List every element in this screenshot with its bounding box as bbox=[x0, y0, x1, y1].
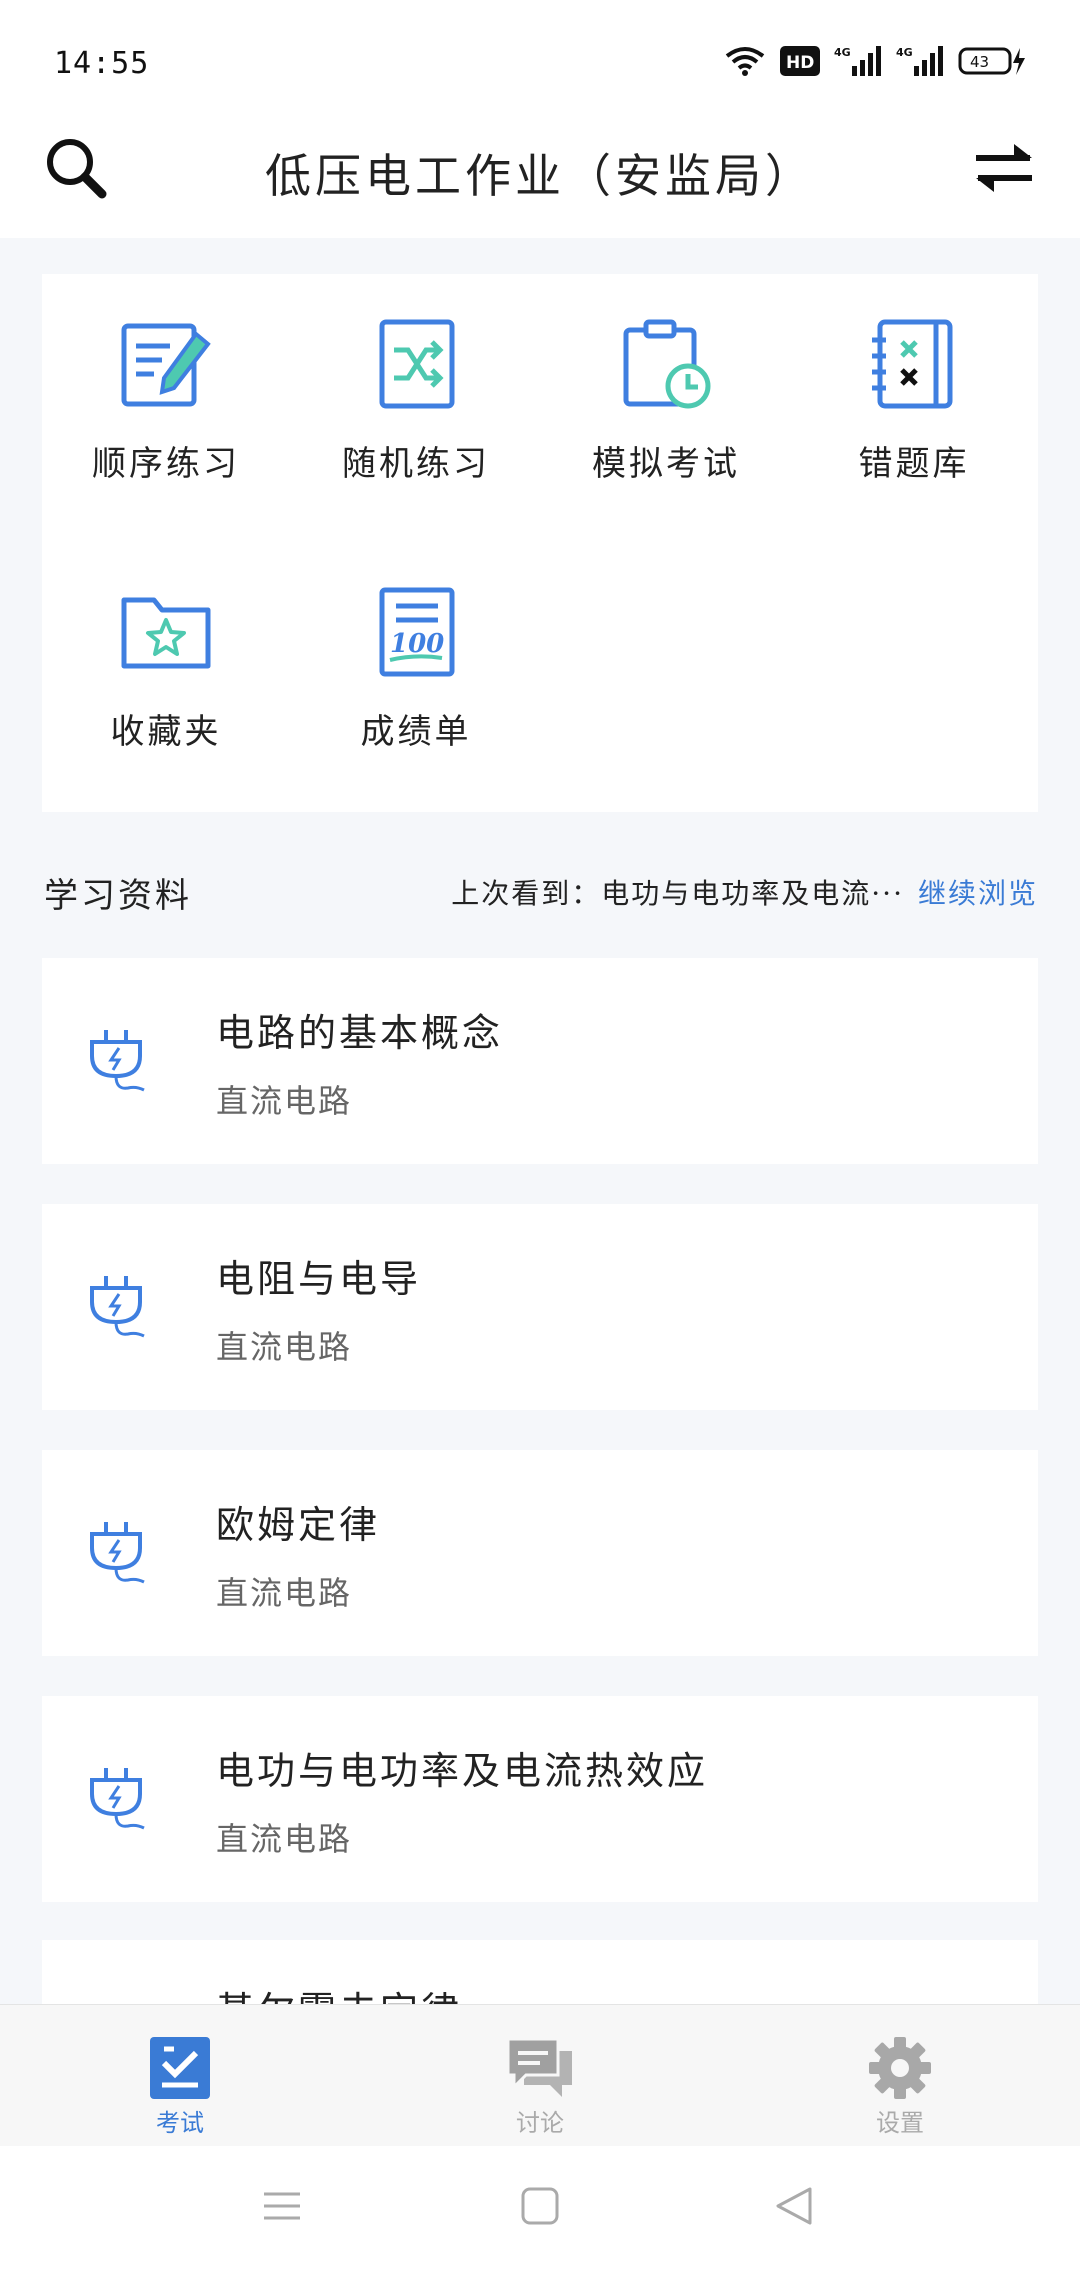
sequential-practice-button[interactable]: 顺序练习 bbox=[76, 316, 256, 485]
sequential-practice-icon bbox=[121, 323, 211, 407]
study-materials-header: 学习资料 上次看到：电功与电功率及电流··· 继续浏览 bbox=[44, 862, 1038, 918]
material-category: 直流电路 bbox=[216, 1574, 353, 1612]
feature-label: 模拟考试 bbox=[592, 444, 740, 484]
bottom-navigation: 考试 讨论 设置 bbox=[0, 2004, 1080, 2147]
gear-icon bbox=[869, 2037, 931, 2099]
last-viewed-item: 电功与电功率及电流··· bbox=[601, 877, 904, 910]
material-title: 基尔霍夫定律 bbox=[216, 1980, 462, 2004]
continue-browsing-link[interactable]: 继续浏览 bbox=[918, 877, 1038, 910]
last-viewed: 上次看到：电功与电功率及电流··· 继续浏览 bbox=[451, 872, 1038, 912]
tab-settings[interactable]: 设置 bbox=[830, 2035, 970, 2138]
material-category: 直流电路 bbox=[216, 1082, 353, 1120]
wrong-questions-button[interactable]: 错题库 bbox=[824, 316, 1004, 485]
material-category: 直流电路 bbox=[216, 1820, 353, 1858]
status-icons: HD 4G 4G 43 bbox=[724, 44, 1028, 78]
tab-discussion[interactable]: 讨论 bbox=[470, 2035, 610, 2138]
plug-icon bbox=[90, 1030, 145, 1092]
signal-4g-icon-2: 4G bbox=[896, 46, 943, 76]
material-category: 直流电路 bbox=[216, 1328, 353, 1366]
material-item[interactable]: 基尔霍夫定律 bbox=[42, 1940, 1038, 2004]
battery-icon: 43 bbox=[958, 47, 1025, 75]
mock-exam-icon bbox=[623, 319, 711, 409]
status-time: 14:55 bbox=[54, 46, 150, 81]
score-sheet-button[interactable]: 100 成绩单 bbox=[326, 584, 506, 753]
nav-label: 设置 bbox=[876, 2109, 924, 2137]
system-navigation-bar bbox=[0, 2146, 1080, 2280]
material-item[interactable]: 欧姆定律 直流电路 bbox=[42, 1450, 1038, 1656]
feature-label: 错题库 bbox=[858, 444, 970, 484]
score-sheet-icon: 100 bbox=[379, 587, 455, 677]
hd-icon: HD bbox=[780, 46, 820, 76]
wifi-icon bbox=[725, 47, 765, 76]
random-practice-button[interactable]: 随机练习 bbox=[326, 316, 506, 485]
nav-label: 讨论 bbox=[516, 2109, 564, 2137]
feature-label: 顺序练习 bbox=[92, 444, 240, 484]
signal-4g-icon: 4G bbox=[834, 46, 881, 76]
feature-label: 成绩单 bbox=[360, 712, 472, 752]
feature-label: 收藏夹 bbox=[110, 712, 222, 752]
material-title: 电功与电功率及电流热效应 bbox=[216, 1749, 709, 1793]
exam-checklist-icon bbox=[150, 2037, 210, 2099]
random-practice-icon bbox=[379, 319, 455, 409]
home-icon[interactable] bbox=[520, 2186, 560, 2226]
last-viewed-prefix: 上次看到： bbox=[451, 877, 602, 910]
material-item[interactable]: 电阻与电导 直流电路 bbox=[42, 1204, 1038, 1410]
battery-level: 43 bbox=[970, 53, 989, 71]
favorites-button[interactable]: 收藏夹 bbox=[76, 584, 256, 753]
tab-exam[interactable]: 考试 bbox=[110, 2035, 250, 2138]
plug-icon bbox=[90, 1768, 145, 1830]
material-item[interactable]: 电功与电功率及电流热效应 直流电路 bbox=[42, 1696, 1038, 1902]
favorites-icon bbox=[121, 597, 211, 669]
material-title: 欧姆定律 bbox=[216, 1503, 381, 1547]
app-bar: 低压电工作业（安监局） bbox=[0, 120, 1080, 238]
material-title: 电路的基本概念 bbox=[216, 1011, 504, 1055]
mock-exam-button[interactable]: 模拟考试 bbox=[576, 316, 756, 485]
switch-subject-icon[interactable] bbox=[972, 140, 1036, 196]
nav-label: 考试 bbox=[156, 2109, 204, 2137]
plug-icon bbox=[90, 1276, 145, 1338]
chat-icon bbox=[506, 2037, 572, 2097]
plug-icon bbox=[90, 1522, 145, 1584]
section-title: 学习资料 bbox=[44, 876, 192, 916]
feature-label: 随机练习 bbox=[342, 444, 490, 484]
menu-icon[interactable] bbox=[262, 2186, 302, 2226]
svg-text:4G: 4G bbox=[896, 46, 913, 59]
feature-grid: 顺序练习 随机练习 模拟考试 错题库 收藏夹 100 成绩单 bbox=[42, 274, 1038, 812]
wrong-questions-icon bbox=[872, 319, 953, 409]
back-icon[interactable] bbox=[774, 2186, 814, 2226]
svg-text:HD: HD bbox=[786, 53, 814, 73]
page-title: 低压电工作业（安监局） bbox=[265, 149, 815, 203]
status-bar: 14:55 HD 4G 4G 43 bbox=[0, 0, 1080, 120]
svg-text:4G: 4G bbox=[834, 46, 851, 59]
material-title: 电阻与电导 bbox=[216, 1257, 422, 1301]
material-item[interactable]: 电路的基本概念 直流电路 bbox=[42, 958, 1038, 1164]
